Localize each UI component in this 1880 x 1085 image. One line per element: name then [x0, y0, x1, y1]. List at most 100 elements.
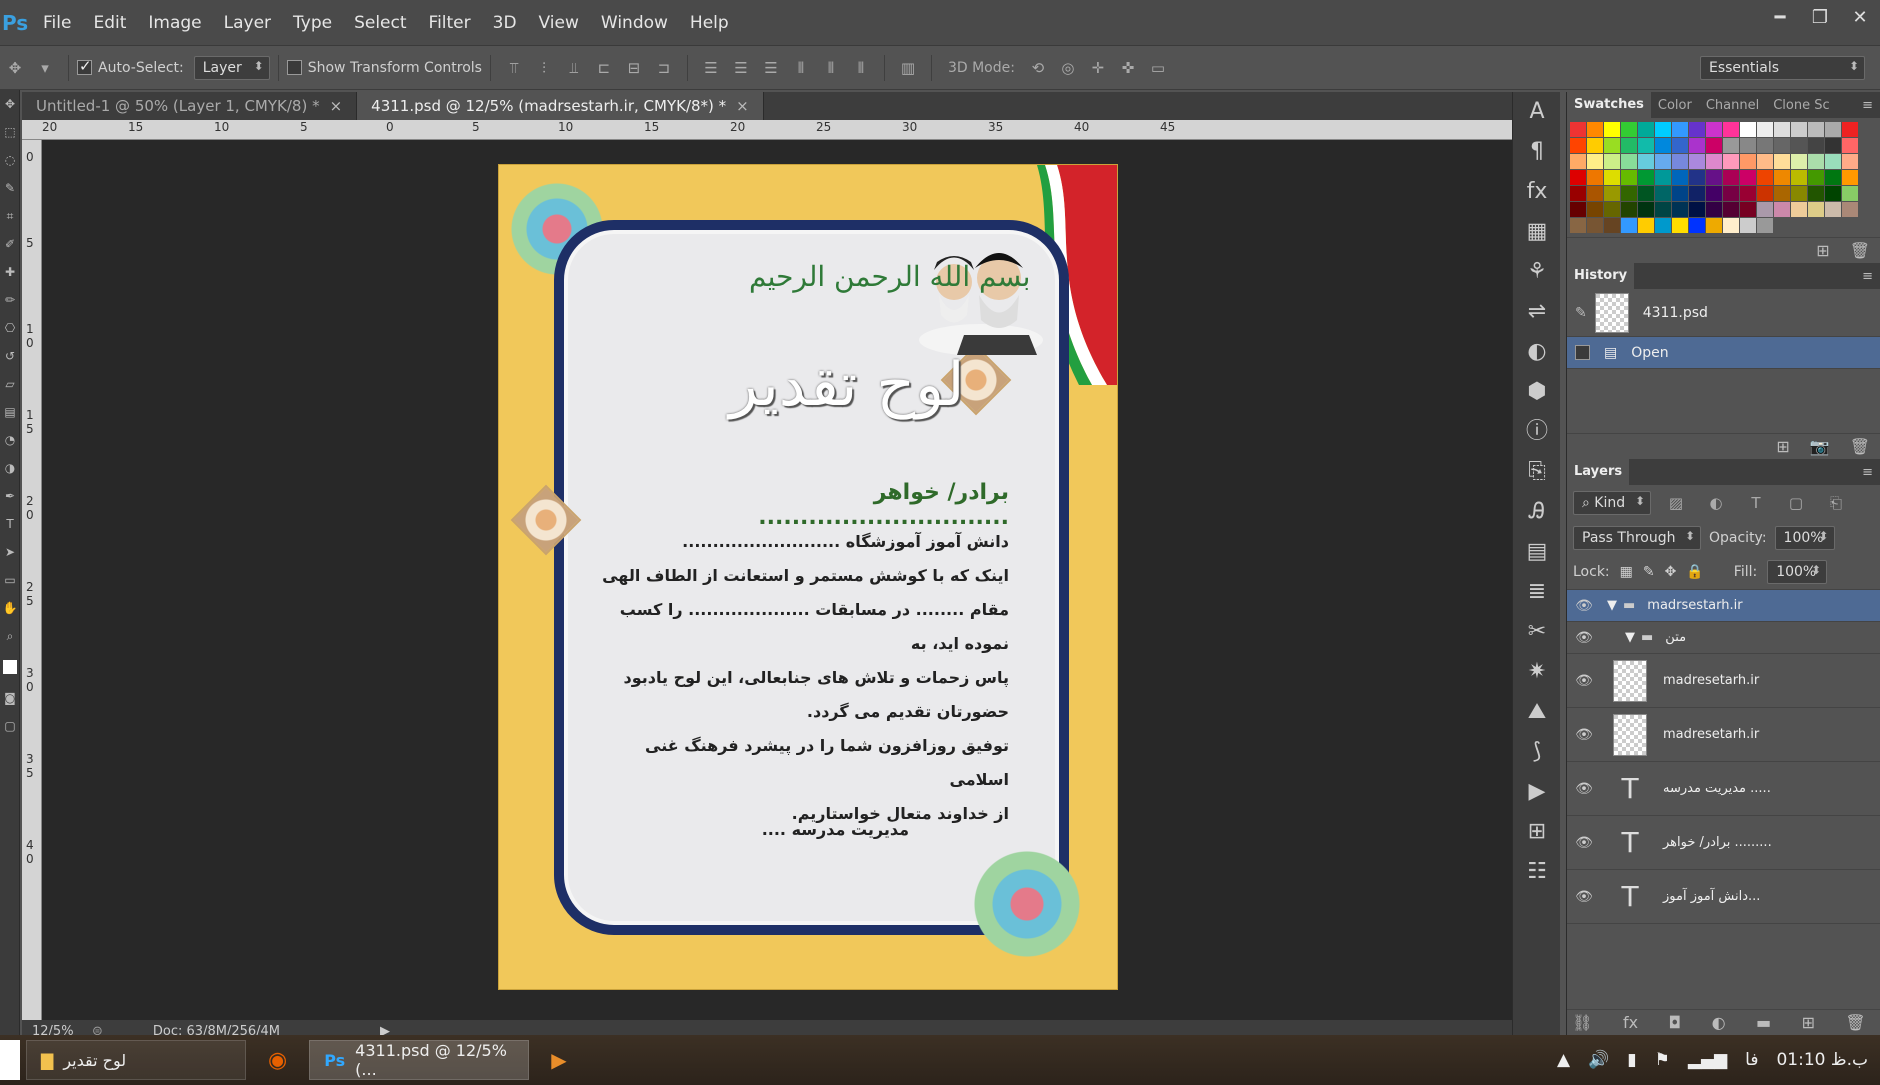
color-swatch[interactable]	[1587, 218, 1603, 233]
color-swatch[interactable]	[1842, 186, 1858, 201]
color-swatch[interactable]	[1672, 202, 1688, 217]
minimize-button[interactable]: ━	[1760, 0, 1800, 36]
language-indicator[interactable]: فا	[1745, 1050, 1758, 1070]
color-swatch[interactable]	[1808, 202, 1824, 217]
shape-tool-icon[interactable]: ▭	[0, 566, 20, 594]
history-brush-source-icon[interactable]: ✎	[1575, 305, 1587, 321]
color-swatch[interactable]	[1791, 202, 1807, 217]
close-button[interactable]: ✕	[1840, 0, 1880, 36]
zoom-tool-icon[interactable]: ⌕	[0, 622, 20, 650]
paragraph-styles-panel-icon[interactable]: ≣	[1513, 572, 1561, 612]
color-swatch[interactable]	[1842, 138, 1858, 153]
color-swatch[interactable]	[1757, 170, 1773, 185]
layer-row[interactable]: 👁 T مدیریت مدرسه .....	[1567, 762, 1880, 816]
tool-presets-panel-icon[interactable]: ✂	[1513, 612, 1561, 652]
color-swatch[interactable]	[1757, 138, 1773, 153]
color-swatch[interactable]	[1740, 138, 1756, 153]
move-tool-icon[interactable]: ✥	[4, 57, 26, 79]
color-swatch[interactable]	[1808, 122, 1824, 137]
add-mask-icon[interactable]: ◘	[1669, 1013, 1682, 1032]
color-swatch[interactable]	[1638, 122, 1654, 137]
styles-panel-icon[interactable]: fx	[1513, 172, 1561, 212]
color-swatch[interactable]	[1638, 202, 1654, 217]
document-canvas[interactable]: بسم الله الرحمن الرحیم لوح تقدیر برادر/ …	[498, 164, 1118, 990]
color-swatch[interactable]	[1842, 122, 1858, 137]
volume-icon[interactable]: 🔊	[1588, 1050, 1609, 1070]
actions-panel-icon[interactable]: ▶	[1513, 772, 1561, 812]
color-swatch[interactable]	[1587, 202, 1603, 217]
color-swatch[interactable]	[1740, 218, 1756, 233]
color-swatch[interactable]	[1774, 186, 1790, 201]
menu-type[interactable]: Type	[282, 13, 343, 33]
link-layers-icon[interactable]: ⛓	[1572, 1013, 1592, 1032]
tray-expand-icon[interactable]: ▲	[1557, 1050, 1570, 1070]
align-left-icon[interactable]: ⊏	[593, 57, 615, 79]
filter-shape-icon[interactable]: ▢	[1785, 492, 1807, 514]
color-swatch[interactable]	[1774, 202, 1790, 217]
color-swatch[interactable]	[1757, 218, 1773, 233]
color-swatch[interactable]	[1621, 122, 1637, 137]
color-swatch[interactable]	[1587, 186, 1603, 201]
color-swatch[interactable]	[1570, 122, 1586, 137]
color-panel-icon[interactable]: ◐	[1513, 332, 1561, 372]
color-swatch[interactable]	[1655, 138, 1671, 153]
color-swatch[interactable]	[1621, 186, 1637, 201]
color-swatch[interactable]	[1604, 122, 1620, 137]
quick-mask-icon[interactable]: ◙	[0, 684, 20, 712]
color-swatch[interactable]	[1791, 186, 1807, 201]
color-swatch[interactable]	[1757, 154, 1773, 169]
brush-tool-icon[interactable]: ✏	[0, 286, 20, 314]
taskbar-photoshop-button[interactable]: Ps 4311.psd @ 12/5% (...	[309, 1040, 530, 1080]
color-swatch[interactable]	[1672, 122, 1688, 137]
lasso-tool-icon[interactable]: ◌	[0, 146, 20, 174]
color-swatch[interactable]	[1672, 170, 1688, 185]
color-swatch[interactable]	[1604, 202, 1620, 217]
auto-align-icon[interactable]: ▥	[897, 57, 919, 79]
align-right-icon[interactable]: ⊐	[653, 57, 675, 79]
clock[interactable]: 01:10 ب.ظ	[1776, 1050, 1868, 1070]
color-swatch[interactable]	[1604, 218, 1620, 233]
eyedropper-tool-icon[interactable]: ✐	[0, 230, 20, 258]
3d-roll-icon[interactable]: ◎	[1057, 57, 1079, 79]
color-swatch[interactable]	[1808, 186, 1824, 201]
color-swatch[interactable]	[1774, 154, 1790, 169]
color-swatch[interactable]	[1791, 154, 1807, 169]
color-swatch[interactable]	[1723, 202, 1739, 217]
color-swatch[interactable]	[1842, 202, 1858, 217]
lock-transparent-icon[interactable]: ▦	[1620, 564, 1633, 580]
clone-source-panel-icon[interactable]: ⎘	[1513, 452, 1561, 492]
group-expand-chevron-icon[interactable]: ▼	[1607, 598, 1617, 613]
color-swatch[interactable]	[1604, 154, 1620, 169]
color-swatch[interactable]	[1655, 154, 1671, 169]
color-swatch[interactable]	[1604, 186, 1620, 201]
visibility-eye-icon[interactable]: 👁	[1567, 889, 1601, 905]
color-swatch[interactable]	[1570, 218, 1586, 233]
auto-select-checkbox[interactable]	[77, 57, 92, 75]
menu-window[interactable]: Window	[590, 13, 679, 33]
color-swatch[interactable]	[1740, 202, 1756, 217]
new-group-icon[interactable]: ▬	[1756, 1013, 1771, 1032]
align-hcenter-icon[interactable]: ⊟	[623, 57, 645, 79]
menu-image[interactable]: Image	[137, 13, 212, 33]
tab-clone-source[interactable]: Clone Sc	[1766, 98, 1836, 113]
media-player-icon[interactable]: ▶	[551, 1048, 566, 1072]
tab-layers[interactable]: Layers	[1567, 459, 1630, 485]
color-swatch[interactable]	[1570, 186, 1586, 201]
ruler-vertical[interactable]: 0 5 1 0 1 5 2 0 2 5 3 0 3 5 4 0	[22, 140, 42, 1020]
tab-4311-psd[interactable]: 4311.psd @ 12/5% (madrsestarh.ir, CMYK/8…	[357, 92, 764, 120]
color-swatch[interactable]	[1655, 170, 1671, 185]
history-snapshot[interactable]: ✎ 4311.psd	[1567, 289, 1880, 337]
color-swatch[interactable]	[1757, 202, 1773, 217]
color-swatch[interactable]	[1706, 170, 1722, 185]
color-swatch[interactable]	[1740, 170, 1756, 185]
tab-swatches[interactable]: Swatches	[1567, 92, 1651, 118]
menu-file[interactable]: File	[32, 13, 82, 33]
adjustment-layer-icon[interactable]: ◐	[1712, 1013, 1726, 1032]
color-swatch[interactable]	[1638, 218, 1654, 233]
layer-group-row[interactable]: 👁 ▼ ▬ متن	[1567, 622, 1880, 654]
tab-color[interactable]: Color	[1651, 98, 1699, 113]
distribute-right-icon[interactable]: ⦀	[850, 57, 872, 79]
3d-scale-icon[interactable]: ▭	[1147, 57, 1169, 79]
new-swatch-icon[interactable]: ⊞	[1816, 241, 1829, 260]
ruler-horizontal[interactable]: 20 15 10 5 0 5 10 15 20 25 30 35 40 45	[22, 120, 1512, 140]
